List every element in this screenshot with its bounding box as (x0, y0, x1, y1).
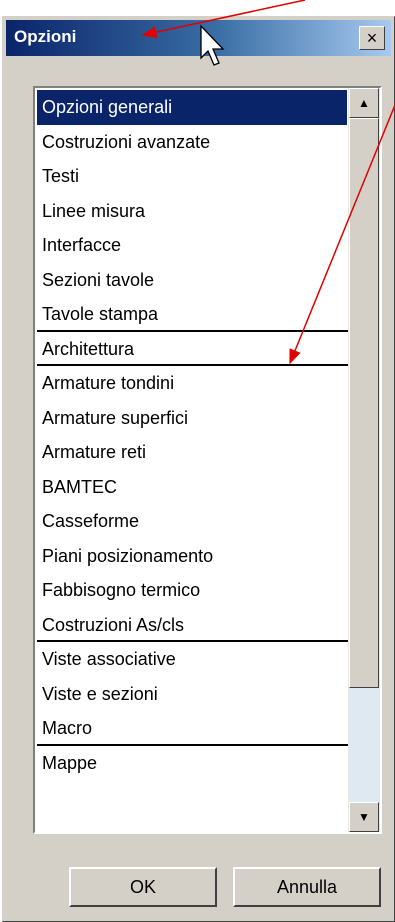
list-item[interactable]: Casseforme (37, 504, 347, 539)
list-item[interactable]: Armature superfici (37, 401, 347, 436)
list-item[interactable]: Opzioni generali (37, 90, 347, 125)
arrow-up-icon: ▲ (358, 96, 370, 110)
scrollbar-thumb[interactable] (349, 118, 379, 688)
list-item[interactable]: Viste associative (37, 642, 347, 677)
list-item[interactable]: BAMTEC (37, 470, 347, 505)
list-item[interactable]: Architettura (37, 332, 349, 367)
vertical-scrollbar[interactable]: ▲ ▼ (348, 88, 380, 832)
scroll-up-button[interactable]: ▲ (349, 88, 379, 118)
list-item[interactable]: Fabbisogno termico (37, 573, 347, 608)
scrollbar-track[interactable] (349, 118, 379, 802)
options-list-items: Opzioni generali Costruzioni avanzate Test… (37, 90, 349, 781)
list-item[interactable]: Costruzioni avanzate (37, 125, 347, 160)
options-list[interactable]: Opzioni generali Costruzioni avanzate Test… (33, 86, 382, 834)
window-title: Opzioni (14, 27, 77, 46)
close-button[interactable]: × (359, 26, 385, 50)
page: Opzioni × Opzioni generali Costruzioni av… (0, 0, 395, 922)
ok-button[interactable]: OK (69, 867, 217, 907)
list-item[interactable]: Macro (37, 711, 349, 746)
list-item[interactable]: Sezioni tavole (37, 263, 347, 298)
list-item[interactable]: Armature reti (37, 435, 347, 470)
title-bar[interactable]: Opzioni × (6, 20, 391, 56)
list-item[interactable]: Interfacce (37, 228, 347, 263)
list-item[interactable]: Piani posizionamento (37, 539, 347, 574)
list-item[interactable]: Tavole stampa (37, 297, 349, 332)
list-item[interactable]: Costruzioni As/cls (37, 608, 349, 643)
list-item[interactable]: Mappe (37, 746, 347, 781)
arrow-down-icon: ▼ (358, 810, 370, 824)
close-icon: × (366, 28, 378, 48)
scroll-down-button[interactable]: ▼ (349, 802, 379, 832)
cancel-button[interactable]: Annulla (233, 867, 381, 907)
list-item[interactable]: Viste e sezioni (37, 677, 347, 712)
options-dialog: Opzioni × Opzioni generali Costruzioni av… (2, 16, 395, 922)
list-item[interactable]: Armature tondini (37, 366, 347, 401)
list-item[interactable]: Testi (37, 159, 347, 194)
list-item[interactable]: Linee misura (37, 194, 347, 229)
